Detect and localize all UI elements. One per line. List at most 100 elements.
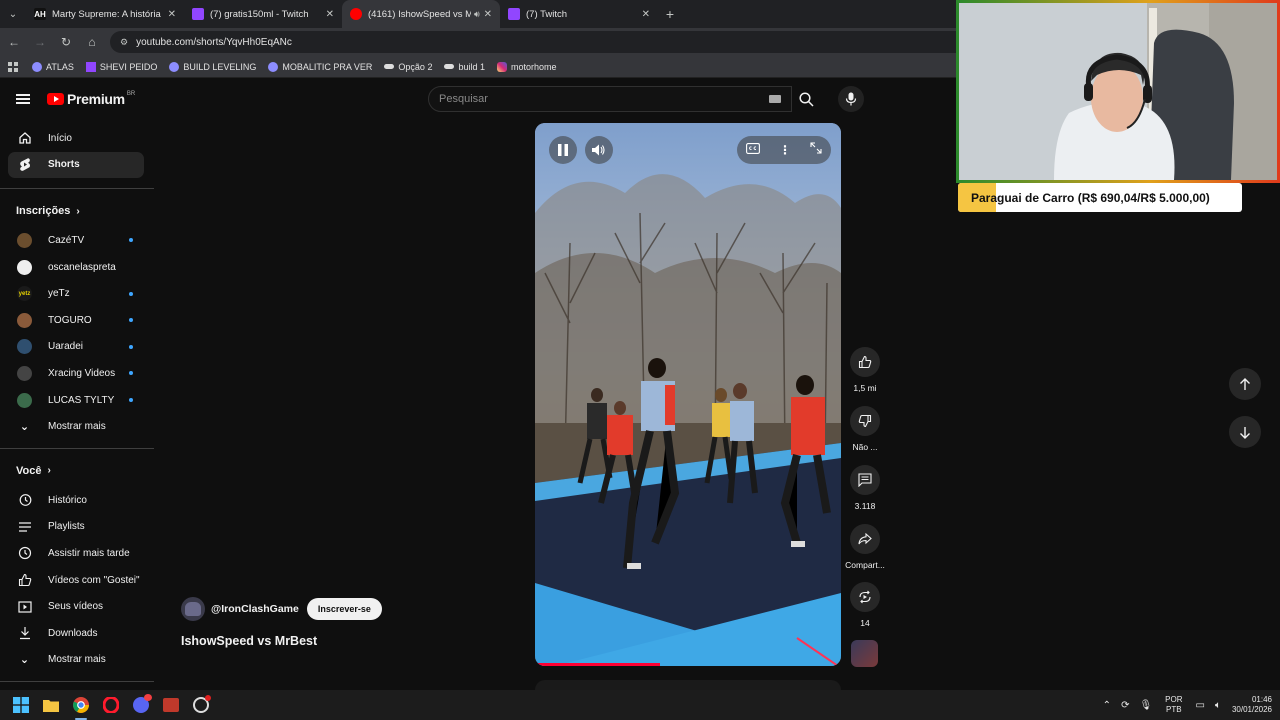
nav-item-historico[interactable]: Histórico [0, 487, 154, 514]
microphone-icon[interactable]: 🎙︎ [1139, 700, 1152, 711]
nav-item-videos-gostei[interactable]: Vídeos com "Gostei" [0, 567, 154, 594]
video-progress-bar[interactable] [535, 663, 661, 666]
chrome-icon[interactable] [66, 690, 96, 720]
close-icon[interactable]: ✕ [484, 9, 492, 20]
volume-button[interactable] [585, 136, 613, 164]
channel-name[interactable]: @IronClashGame [211, 603, 299, 615]
subscriptions-header[interactable]: Inscrições › [0, 195, 154, 227]
youtube-logo-icon[interactable] [47, 93, 64, 105]
remix-button[interactable] [850, 582, 880, 612]
obs-icon[interactable] [186, 690, 216, 720]
site-info-icon[interactable]: ⚙ [120, 37, 128, 48]
search-button[interactable] [792, 86, 820, 112]
bookmark-motorhome[interactable]: motorhome [496, 61, 557, 72]
bookmark-build-1[interactable]: build 1 [444, 62, 485, 72]
subscription-item-oscanelaspreta[interactable]: oscanelaspreta [0, 254, 154, 281]
browser-tab-0[interactable]: AH Marty Supreme: A história real i ✕ [26, 0, 184, 28]
show-more-you[interactable]: ⌄ Mostrar mais [0, 647, 154, 674]
reload-icon[interactable]: ↻ [54, 35, 78, 49]
twitch-icon [85, 61, 96, 72]
channel-avatar[interactable] [181, 597, 205, 621]
chevron-up-icon[interactable]: ⌃ [1103, 700, 1111, 711]
voice-search-button[interactable] [838, 86, 864, 112]
webcam-overlay [956, 0, 1280, 183]
subscription-item-lucas-tylty[interactable]: LUCAS TYLTY [0, 387, 154, 414]
nav-label: Início [48, 132, 72, 144]
comments-action[interactable]: 3.118 [840, 465, 890, 511]
bookmark-shevi-peido[interactable]: SHEVI PEIDO [85, 61, 157, 72]
nav-item-inicio[interactable]: Início [8, 125, 144, 152]
search-input[interactable]: Pesquisar [428, 86, 792, 112]
like-button[interactable] [850, 347, 880, 377]
subscription-item-yetz[interactable]: yetz yeTz [0, 280, 154, 307]
speaker-icon[interactable]: 🔊︎ [474, 9, 480, 20]
opera-icon[interactable] [96, 690, 126, 720]
close-icon[interactable]: ✕ [642, 9, 650, 20]
subscription-item-toguro[interactable]: TOGURO [0, 307, 154, 334]
logo-region: BR [126, 91, 136, 97]
nav-item-assistir-mais-tarde[interactable]: Assistir mais tarde [0, 540, 154, 567]
discord-icon[interactable] [126, 690, 156, 720]
bookmark-mobalitic[interactable]: MOBALITIC PRA VER [268, 61, 372, 72]
browser-tab-1[interactable]: (7) gratis150ml - Twitch ✕ [184, 0, 342, 28]
home-icon[interactable]: ⌂ [80, 35, 104, 49]
subscribe-button[interactable]: Inscrever-se [306, 598, 382, 620]
file-explorer-icon[interactable] [36, 690, 66, 720]
play-pause-button[interactable] [549, 136, 577, 164]
system-clock[interactable]: 01:46 30/01/2026 [1232, 695, 1272, 715]
previous-short-button[interactable] [1229, 368, 1261, 400]
apps-grid-icon[interactable] [8, 61, 18, 72]
logo-text[interactable]: Premium [67, 91, 125, 107]
bookmark-icon [268, 61, 279, 72]
bookmark-build-leveling[interactable]: BUILD LEVELING [169, 61, 256, 72]
nav-item-shorts[interactable]: Shorts [8, 151, 144, 179]
remix-action[interactable]: 14 [840, 582, 890, 628]
back-arrow-icon[interactable]: ← [2, 35, 26, 49]
sync-icon[interactable]: ⟳ [1121, 700, 1129, 711]
share-button[interactable] [850, 524, 880, 554]
short-title[interactable]: IshowSpeed vs MrBest [181, 634, 317, 648]
nav-item-playlists[interactable]: Playlists [0, 514, 154, 541]
next-short-preview[interactable] [535, 680, 841, 690]
show-more-subscriptions[interactable]: ⌄ Mostrar mais [0, 413, 154, 440]
comments-button[interactable] [850, 465, 880, 495]
more-vert-icon[interactable]: ⋮ [779, 143, 791, 157]
browser-tab-3[interactable]: (7) Twitch ✕ [500, 0, 658, 28]
chevron-down-icon: ⌄ [19, 654, 30, 667]
nav-item-seus-videos[interactable]: Seus vídeos [0, 593, 154, 620]
tab-search-button[interactable]: ⌄ [0, 0, 26, 28]
monitor-icon[interactable]: ▭ [1196, 700, 1205, 711]
forward-arrow-icon[interactable]: → [28, 35, 52, 49]
browser-tab-2[interactable]: (4161) IshowSpeed vs MrBe 🔊︎ ✕ [342, 0, 500, 28]
nav-item-downloads[interactable]: Downloads [0, 620, 154, 647]
next-short-button[interactable] [1229, 416, 1261, 448]
close-icon[interactable]: ✕ [168, 9, 176, 20]
language-indicator[interactable]: POR PTB [1165, 695, 1182, 715]
volume-icon[interactable]: 🔈︎ [1215, 700, 1221, 711]
app-icon[interactable] [156, 690, 186, 720]
captions-icon[interactable] [746, 141, 761, 159]
bookmark-atlas[interactable]: ATLAS [32, 61, 74, 72]
dislike-button[interactable] [850, 406, 880, 436]
like-icon [858, 355, 872, 369]
close-icon[interactable]: ✕ [326, 9, 334, 20]
windows-start-icon[interactable] [6, 690, 36, 720]
dislike-label: Não ... [852, 442, 878, 452]
audio-thumbnail[interactable] [851, 640, 878, 667]
you-header[interactable]: Você › [0, 455, 154, 487]
subscription-item-cazetv[interactable]: CazéTV [0, 227, 154, 254]
new-tab-button[interactable]: + [658, 6, 682, 22]
subscription-item-uaradei[interactable]: Uaradei [0, 334, 154, 361]
dislike-action[interactable]: Não ... [840, 406, 890, 452]
share-action[interactable]: Compart... [840, 524, 890, 570]
subscription-item-xracing[interactable]: Xracing Videos [0, 360, 154, 387]
short-video-player[interactable]: ⋮ [535, 123, 841, 666]
webcam-feed [959, 3, 1277, 180]
bookmark-opcao-2[interactable]: Opção 2 [384, 62, 432, 72]
like-icon [17, 573, 32, 588]
keyboard-icon[interactable] [769, 95, 781, 103]
address-bar[interactable]: ⚙ youtube.com/shorts/YqvHh0EqANc [110, 31, 1010, 53]
hamburger-menu-icon[interactable] [16, 94, 30, 104]
like-action[interactable]: 1,5 mi [840, 347, 890, 393]
fullscreen-icon[interactable] [810, 141, 822, 159]
